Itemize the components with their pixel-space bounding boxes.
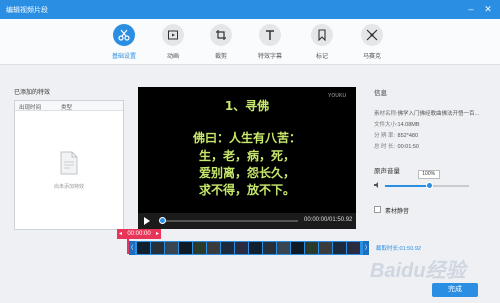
- mute-label: 素材静音: [385, 209, 410, 215]
- tab-label: 特效字幕: [257, 54, 282, 60]
- bookmark-icon: [311, 24, 333, 46]
- mute-checkbox[interactable]: [374, 206, 381, 213]
- animation-icon: [162, 24, 184, 46]
- info-key: 总 时 长:: [374, 144, 396, 150]
- play-icon[interactable]: [143, 217, 151, 227]
- timeline-thumbnail: [136, 242, 150, 254]
- timeline-thumbnail: [220, 242, 234, 254]
- step-back-icon[interactable]: ◂: [119, 229, 122, 239]
- tab-label: 基础设置: [111, 54, 136, 60]
- tab-marker[interactable]: 标记: [302, 24, 342, 60]
- done-button[interactable]: 完成: [432, 283, 478, 297]
- info-value: 14.08MB: [397, 122, 420, 128]
- minimize-button[interactable]: –: [465, 3, 477, 15]
- subtitle-line: 求不得，放不下。: [198, 183, 295, 197]
- info-row-name: 素材名称: 佛学入门佛经歌曲佛法开悟一百...: [374, 109, 479, 117]
- column-header-type: 类型: [61, 105, 73, 111]
- subtitle-line: 佛曰：人生有八苦：: [192, 131, 301, 145]
- speaker-icon[interactable]: [373, 181, 381, 191]
- tab-label: 马赛克: [362, 54, 381, 60]
- subtitle-line: 爱别离，怨长久，: [198, 166, 295, 180]
- timeline-thumbnail: [262, 242, 276, 254]
- step-forward-icon[interactable]: ▸: [156, 229, 159, 239]
- effects-table-header: 出现时间 类型: [15, 101, 123, 111]
- effects-panel: 已添加的特效 出现时间 类型 尚未添加特效: [11, 84, 124, 232]
- info-row-resolution: 分 辨 率: 852*480: [374, 131, 418, 139]
- timeline-time-value: 00:00:00: [127, 231, 151, 237]
- info-value: 852*480: [397, 133, 419, 139]
- video-progress-knob[interactable]: [159, 217, 166, 224]
- column-header-time: 出现时间: [19, 105, 42, 111]
- trim-start-handle[interactable]: ⟨: [129, 241, 135, 255]
- timeline-thumbnail: [178, 242, 192, 254]
- info-row-duration: 总 时 长: 00:01:50: [374, 142, 419, 150]
- info-value: 00:01:50: [397, 144, 419, 150]
- tab-label: 动画: [166, 54, 179, 60]
- info-key: 文件大小:: [374, 122, 398, 128]
- timeline-thumbnail: [164, 242, 178, 254]
- tab-animation[interactable]: 动画: [153, 24, 193, 60]
- video-preview[interactable]: YOUKU 1、寻佛 佛曰：人生有八苦： 生，老，病，死， 爱别离，怨长久， 求…: [138, 87, 356, 229]
- timeline-thumbnail: [276, 242, 290, 254]
- timeline-thumbnail: [248, 242, 262, 254]
- info-key: 素材名称:: [374, 111, 398, 117]
- info-key: 分 辨 率:: [374, 133, 396, 139]
- scissors-icon: [113, 24, 135, 46]
- close-button[interactable]: ✕: [482, 3, 494, 15]
- video-time: 00:00:00/01:50.92: [304, 217, 353, 223]
- timeline-thumbnail: [332, 242, 346, 254]
- mosaic-icon: [361, 24, 383, 46]
- timeline-thumbnail: [346, 242, 360, 254]
- effects-table: 出现时间 类型 尚未添加特效: [14, 100, 124, 230]
- tab-effect-subtitles[interactable]: 特效字幕: [250, 24, 290, 60]
- timeline-thumbnail: [192, 242, 206, 254]
- subtitle-line: 1、寻佛: [224, 99, 270, 113]
- video-progress-track[interactable]: [160, 220, 298, 222]
- timeline-thumbnail: [318, 242, 332, 254]
- timeline-thumbnail: [290, 242, 304, 254]
- info-value: 佛学入门佛经歌曲佛法开悟一百...: [397, 111, 480, 117]
- timeline-thumbnail: [150, 242, 164, 254]
- baidu-watermark: Baidu经验: [370, 260, 466, 282]
- timeline-thumbnail: [304, 242, 318, 254]
- empty-document-icon: [59, 151, 79, 177]
- tab-basic-settings[interactable]: 基础设置: [104, 24, 144, 60]
- effects-panel-title: 已添加的特效: [14, 90, 51, 96]
- tab-label: 裁剪: [214, 54, 227, 60]
- timeline-thumbnail: [234, 242, 248, 254]
- video-controls: 00:00:00/01:50.92: [138, 213, 356, 229]
- volume-slider-knob[interactable]: [425, 182, 433, 189]
- tab-crop[interactable]: 裁剪: [201, 24, 241, 60]
- empty-state-text: 尚未添加特效: [53, 184, 84, 190]
- volume-title: 原声音量: [374, 168, 400, 175]
- tab-mosaic[interactable]: 马赛克: [352, 24, 392, 60]
- trim-end-handle[interactable]: ⟩: [363, 241, 369, 255]
- volume-tooltip: 100%: [417, 170, 440, 179]
- toolbar: 基础设置 动画 裁剪 特效字幕 标记 马赛克: [0, 19, 500, 65]
- window-title: 编辑视频片段: [6, 7, 48, 14]
- crop-icon: [210, 24, 232, 46]
- volume-slider-fill: [385, 185, 429, 187]
- tab-label: 标记: [315, 54, 328, 60]
- cut-duration-label: 截取时长:01:50.92: [376, 246, 421, 252]
- text-icon: [259, 24, 281, 46]
- info-title: 信息: [374, 90, 387, 97]
- timeline-current-time[interactable]: ◂ 00:00:00 ▸: [117, 229, 161, 239]
- title-bar: 编辑视频片段 – ✕: [0, 0, 500, 19]
- subtitle-line: 生，老，病，死，: [198, 149, 295, 163]
- timeline-strip[interactable]: ⟨ ⟩: [129, 241, 369, 255]
- timeline-thumbnail: [206, 242, 220, 254]
- info-row-size: 文件大小: 14.08MB: [374, 120, 420, 128]
